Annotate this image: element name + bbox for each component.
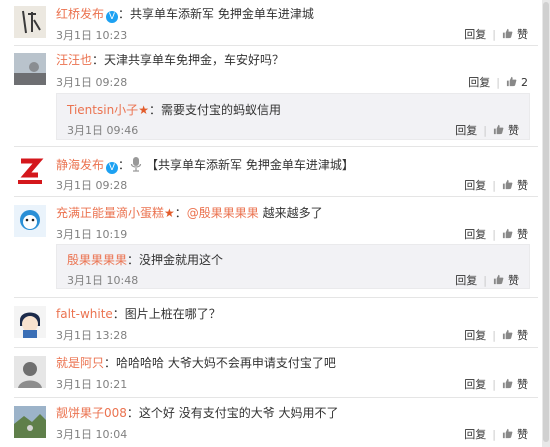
like-button[interactable]: 赞: [493, 272, 519, 288]
avatar[interactable]: [14, 356, 46, 388]
like-button[interactable]: 赞: [493, 122, 519, 138]
username[interactable]: falt-white: [56, 307, 113, 321]
username[interactable]: 靓饼果子008: [56, 406, 127, 420]
comment-text: 【共享单车添新军 免押金单车进津城】: [146, 158, 354, 172]
like-label: 赞: [517, 28, 528, 41]
thumbs-up-icon: [502, 378, 513, 389]
thumbs-up-icon: [502, 28, 513, 39]
timestamp: 3月1日 09:28: [56, 76, 128, 89]
reply-button[interactable]: 回复: [464, 376, 486, 392]
like-label: 赞: [517, 228, 528, 241]
username[interactable]: Tientsin小子: [67, 103, 138, 117]
scrollbar[interactable]: [542, 0, 550, 447]
divider: [14, 146, 538, 147]
like-label: 赞: [508, 124, 519, 137]
timestamp: 3月1日 09:28: [56, 179, 128, 192]
username[interactable]: 汪汪也: [56, 53, 92, 67]
like-label: 赞: [517, 329, 528, 342]
star-icon: ★: [138, 103, 149, 117]
reply-button[interactable]: 回复: [464, 226, 486, 242]
username[interactable]: 充满正能量滴小蛋糕: [56, 206, 164, 220]
reply-button[interactable]: 回复: [464, 327, 486, 343]
like-button[interactable]: 赞: [502, 327, 528, 343]
username[interactable]: 红桥发布: [56, 7, 104, 21]
reply-box: Tientsin小子★：需要支付宝的蚂蚁信用 3月1日 09:46 回复 | 赞: [56, 93, 530, 140]
reply-button[interactable]: 回复: [464, 177, 486, 193]
comment-text: ：没押金就用这个: [127, 253, 224, 267]
username[interactable]: 就是阿只: [56, 356, 104, 370]
comment-text: ：这个好 没有支付宝的大爷 大妈用不了: [126, 406, 339, 420]
divider: [14, 196, 538, 197]
username[interactable]: 殷果果果果: [67, 253, 127, 267]
comment-text: 越来越多了: [258, 206, 323, 220]
thumbs-up-icon: [493, 124, 504, 135]
like-label: 赞: [517, 428, 528, 441]
timestamp: 3月1日 10:23: [56, 29, 128, 42]
divider: [14, 397, 538, 398]
thumbs-up-icon: [502, 329, 513, 340]
username[interactable]: 静海发布: [56, 158, 104, 172]
timestamp: 3月1日 10:21: [56, 378, 128, 391]
comment-text: ：哈哈哈哈 大爷大妈不会再申请支付宝了吧: [104, 356, 336, 370]
reply-button[interactable]: 回复: [464, 426, 486, 442]
divider: [14, 347, 538, 348]
reply-button[interactable]: 回复: [468, 74, 490, 90]
star-icon: ★: [164, 206, 175, 220]
thumbs-up-icon: [493, 274, 504, 285]
like-button[interactable]: 赞: [502, 376, 528, 392]
like-button[interactable]: 赞: [502, 26, 528, 42]
like-label: 赞: [517, 179, 528, 192]
thumbs-up-icon: [502, 428, 513, 439]
like-button[interactable]: 赞: [502, 426, 528, 442]
thumbs-up-icon: [506, 76, 517, 86]
like-count: 2: [521, 75, 528, 89]
like-button[interactable]: 赞: [502, 226, 528, 242]
like-button[interactable]: 2: [506, 76, 528, 89]
timestamp: 3月1日 10:04: [56, 428, 128, 441]
comment-text: ：需要支付宝的蚂蚁信用: [148, 103, 281, 117]
verified-icon: V: [106, 11, 119, 23]
divider: [14, 45, 538, 46]
reply-button[interactable]: 回复: [455, 122, 477, 138]
thumbs-up-icon: [502, 228, 513, 239]
avatar[interactable]: [14, 155, 46, 187]
reply-box: 殷果果果果：没押金就用这个 3月1日 10:48 回复 | 赞: [56, 244, 530, 289]
avatar[interactable]: [14, 306, 46, 338]
timestamp: 3月1日 09:46: [67, 124, 139, 137]
like-label: 赞: [508, 274, 519, 287]
avatar[interactable]: [14, 6, 46, 38]
comment-text: ：图片上桩在哪了？: [112, 307, 221, 321]
comment-text: ：共享单车添新军 免押金单车进津城: [118, 7, 314, 21]
reply-button[interactable]: 回复: [455, 272, 477, 288]
thumbs-up-icon: [502, 179, 513, 190]
avatar[interactable]: [14, 406, 46, 438]
timestamp: 3月1日 10:19: [56, 228, 128, 241]
like-label: 赞: [517, 378, 528, 391]
timestamp: 3月1日 13:28: [56, 329, 128, 342]
avatar[interactable]: [14, 205, 46, 237]
timestamp: 3月1日 10:48: [67, 274, 139, 287]
comment-text: ：天津共享单车免押金，车安好吗？: [92, 53, 285, 67]
microphone-icon: [130, 157, 142, 172]
like-button[interactable]: 赞: [502, 177, 528, 193]
avatar[interactable]: [14, 53, 46, 85]
reply-button[interactable]: 回复: [464, 26, 486, 42]
scrollbar-thumb[interactable]: [543, 2, 549, 442]
verified-icon: V: [106, 162, 119, 174]
divider: [14, 297, 538, 298]
mention-link[interactable]: @殷果果果果: [187, 206, 259, 220]
